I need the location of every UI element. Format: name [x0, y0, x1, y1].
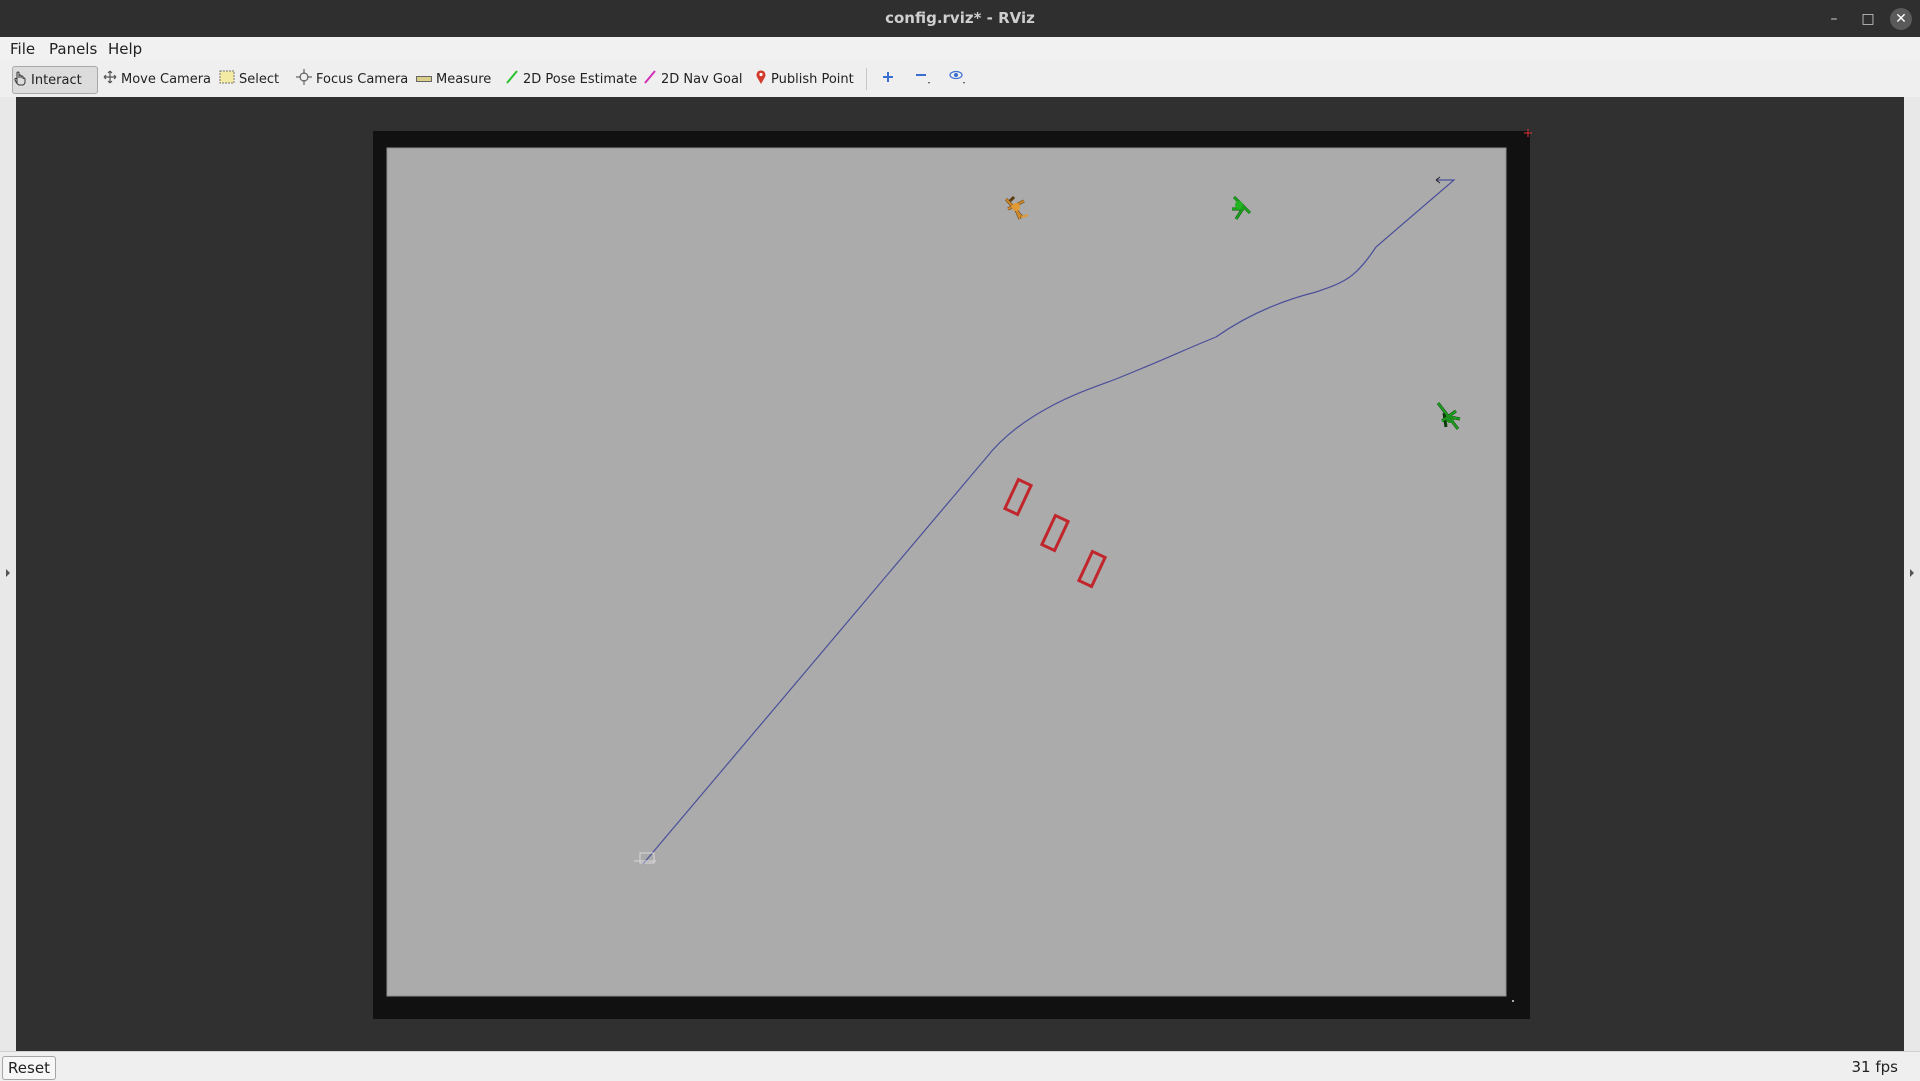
nav-goal-tool-button[interactable]: 2D Nav Goal [643, 66, 743, 92]
measure-label: Measure [436, 71, 492, 87]
reset-button[interactable]: Reset [2, 1056, 56, 1080]
left-dock-collapsed [0, 97, 16, 1051]
pose-estimate-tool-button[interactable]: 2D Pose Estimate [505, 66, 637, 92]
plus-icon [881, 70, 895, 88]
move-arrows-icon [103, 70, 117, 88]
remove-tool-button[interactable] [914, 66, 932, 92]
publish-point-tool-button[interactable]: Publish Point [755, 66, 854, 92]
add-tool-button[interactable] [881, 66, 895, 92]
measure-tool-button[interactable]: Measure [416, 66, 491, 92]
interact-tool-button[interactable]: Interact [12, 66, 98, 94]
focus-camera-label: Focus Camera [316, 71, 409, 87]
expand-left-panel-icon[interactable] [5, 569, 11, 577]
map-pin-icon [755, 69, 767, 89]
close-icon[interactable]: ✕ [1890, 8, 1912, 30]
minus-icon [914, 68, 932, 90]
magenta-arrow-icon [643, 70, 657, 88]
select-tool-button[interactable]: Select [219, 66, 279, 92]
menu-bar: File Panels Help [0, 37, 1920, 61]
title-bar: config.rviz* - RViz – □ ✕ [0, 0, 1920, 37]
move-camera-label: Move Camera [121, 71, 212, 87]
right-dock-collapsed [1904, 97, 1920, 1051]
fps-readout: 31 fps [1851, 1058, 1898, 1076]
green-arrow-icon [505, 70, 519, 88]
select-label: Select [239, 71, 280, 87]
tool-properties-button[interactable] [948, 66, 968, 92]
scene-canvas[interactable] [16, 97, 1904, 1051]
eye-icon [948, 68, 968, 90]
pose-estimate-label: 2D Pose Estimate [523, 71, 638, 87]
minimize-icon[interactable]: – [1823, 8, 1845, 30]
selection-box-icon [219, 70, 235, 88]
corner-dot [1512, 1000, 1514, 1002]
hand-cursor-icon [13, 70, 27, 90]
nav-goal-label: 2D Nav Goal [661, 71, 743, 87]
interact-label: Interact [31, 72, 82, 88]
menu-help[interactable]: Help [108, 40, 142, 58]
focus-camera-tool-button[interactable]: Focus Camera [296, 66, 408, 92]
publish-point-label: Publish Point [771, 71, 854, 87]
window-title: config.rviz* - RViz [885, 9, 1035, 27]
move-camera-tool-button[interactable]: Move Camera [103, 66, 211, 92]
expand-right-panel-icon[interactable] [1909, 569, 1915, 577]
menu-file[interactable]: File [10, 40, 35, 58]
toolbar-separator [866, 68, 867, 90]
tool-bar: Interact Move Camera Select Focus Camera… [0, 61, 1920, 98]
menu-panels[interactable]: Panels [49, 40, 97, 58]
maximize-icon[interactable]: □ [1857, 8, 1879, 30]
status-bar: Reset 31 fps [0, 1051, 1920, 1081]
crosshair-icon [296, 69, 312, 89]
render-viewport[interactable] [16, 97, 1904, 1051]
map-free-space [386, 147, 1507, 997]
ruler-icon [416, 72, 432, 87]
